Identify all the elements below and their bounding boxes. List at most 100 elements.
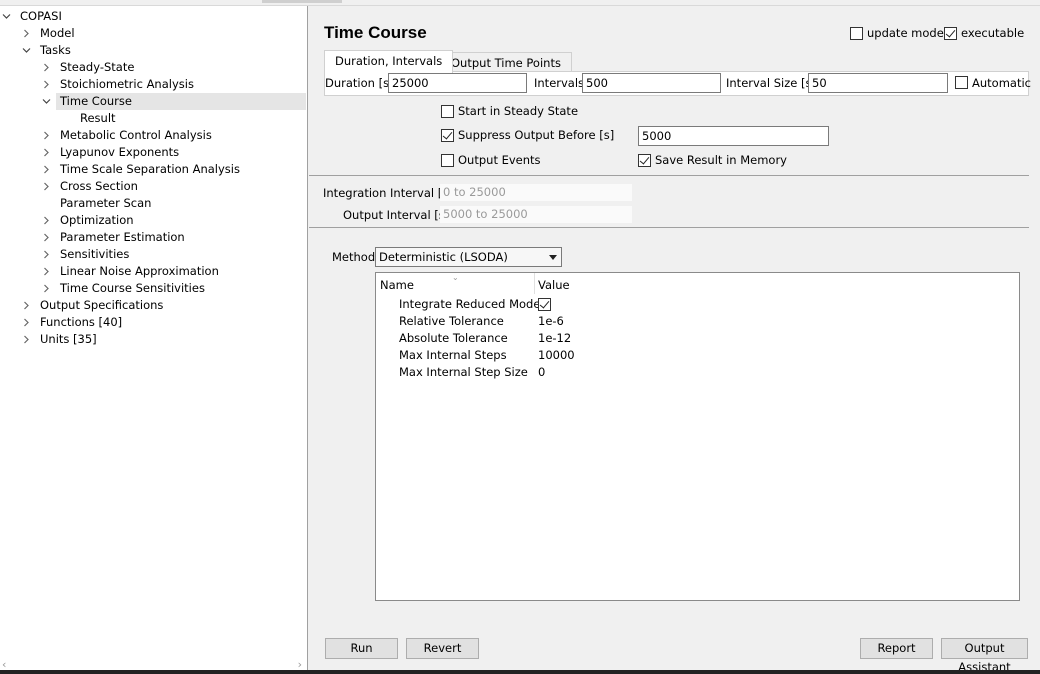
method-label: Method bbox=[332, 250, 376, 264]
output-interval-value: 5000 to 25000 bbox=[440, 206, 632, 223]
parameter-value[interactable]: 1e-6 bbox=[538, 313, 564, 330]
sidebar-item-parameter-scan[interactable]: Parameter Scan bbox=[0, 195, 306, 212]
revert-button[interactable]: Revert bbox=[406, 638, 479, 659]
method-parameters-table[interactable]: ⌄ Name Value Integrate Reduced Model Rela… bbox=[375, 272, 1020, 601]
suppress-output-checkbox[interactable] bbox=[441, 129, 454, 142]
chevron-down-icon[interactable] bbox=[0, 8, 12, 25]
table-row[interactable]: Absolute Tolerance 1e-12 bbox=[376, 330, 1019, 347]
chevron-right-icon[interactable] bbox=[20, 331, 32, 348]
chevron-right-icon[interactable] bbox=[40, 59, 52, 76]
chevron-right-icon[interactable] bbox=[40, 229, 52, 246]
report-button[interactable]: Report bbox=[860, 638, 933, 659]
table-row[interactable]: Max Internal Step Size 0 bbox=[376, 364, 1019, 381]
sidebar-item-label: Time Scale Separation Analysis bbox=[60, 162, 240, 176]
sidebar-item-label: Output Specifications bbox=[40, 298, 164, 312]
sidebar-item-output-specifications[interactable]: Output Specifications bbox=[0, 297, 306, 314]
sort-indicator-icon: ⌄ bbox=[452, 273, 459, 282]
method-select[interactable]: Deterministic (LSODA) bbox=[375, 247, 562, 267]
chevron-right-icon[interactable] bbox=[40, 246, 52, 263]
parameter-name: Relative Tolerance bbox=[399, 314, 504, 328]
suppress-output-label: Suppress Output Before [s] bbox=[458, 128, 615, 142]
column-separator bbox=[534, 273, 535, 294]
window-tab-stub[interactable] bbox=[262, 0, 342, 3]
output-events-checkbox[interactable] bbox=[441, 154, 454, 167]
chevron-right-icon[interactable] bbox=[40, 127, 52, 144]
sidebar-item-sensitivities[interactable]: Sensitivities bbox=[0, 246, 306, 263]
sidebar-item-label: Steady-State bbox=[60, 60, 135, 74]
chevron-right-icon[interactable] bbox=[40, 161, 52, 178]
parameter-value[interactable]: 0 bbox=[538, 364, 545, 381]
main-panel: Time Course update model executable Dura… bbox=[309, 6, 1040, 674]
table-row[interactable]: Max Internal Steps 10000 bbox=[376, 347, 1019, 364]
sidebar-item-cross-section[interactable]: Cross Section bbox=[0, 178, 306, 195]
integration-interval-value: 0 to 25000 bbox=[440, 184, 632, 201]
sidebar-item-time-course[interactable]: Time Course bbox=[0, 93, 306, 110]
page-title: Time Course bbox=[324, 23, 427, 42]
chevron-right-icon[interactable] bbox=[40, 178, 52, 195]
divider bbox=[309, 175, 1029, 176]
sidebar-item-lyapunov-exponents[interactable]: Lyapunov Exponents bbox=[0, 144, 306, 161]
chevron-right-icon[interactable] bbox=[40, 76, 52, 93]
sidebar-item-label: Stoichiometric Analysis bbox=[60, 77, 194, 91]
chevron-down-icon[interactable] bbox=[40, 93, 52, 110]
sidebar-item-metabolic-control-analysis[interactable]: Metabolic Control Analysis bbox=[0, 127, 306, 144]
chevron-right-icon[interactable] bbox=[20, 314, 32, 331]
update-model-checkbox[interactable] bbox=[850, 27, 863, 40]
horizontal-scrollbar[interactable]: ‹ › bbox=[0, 658, 306, 671]
chevron-right-icon[interactable] bbox=[40, 280, 52, 297]
chevron-right-icon[interactable] bbox=[40, 263, 52, 280]
sidebar-item-parameter-estimation[interactable]: Parameter Estimation bbox=[0, 229, 306, 246]
table-row[interactable]: Relative Tolerance 1e-6 bbox=[376, 313, 1019, 330]
sidebar-item-label: Parameter Estimation bbox=[60, 230, 185, 244]
interval-size-label: Interval Size [s] bbox=[726, 76, 816, 90]
save-result-checkbox[interactable] bbox=[638, 154, 651, 167]
integrate-reduced-model-checkbox[interactable] bbox=[538, 298, 551, 311]
sidebar-item-result[interactable]: Result bbox=[0, 110, 306, 127]
sidebar-item-model[interactable]: Model bbox=[0, 25, 306, 42]
tree-root-copasi[interactable]: COPASI bbox=[0, 8, 306, 25]
interval-size-input[interactable]: 50 bbox=[808, 73, 948, 93]
sidebar-item-functions-40[interactable]: Functions [40] bbox=[0, 314, 306, 331]
suppress-output-input[interactable]: 5000 bbox=[638, 126, 829, 146]
intervals-input[interactable]: 500 bbox=[582, 73, 721, 93]
sidebar-item-label: Tasks bbox=[40, 43, 71, 57]
chevron-right-icon[interactable] bbox=[40, 144, 52, 161]
sidebar-item-stoichiometric-analysis[interactable]: Stoichiometric Analysis bbox=[0, 76, 306, 93]
duration-input[interactable]: 25000 bbox=[388, 73, 527, 93]
sidebar-item-time-scale-separation-analysis[interactable]: Time Scale Separation Analysis bbox=[0, 161, 306, 178]
duration-label: Duration [s] bbox=[325, 76, 394, 90]
update-model-label: update model bbox=[867, 26, 947, 40]
automatic-checkbox[interactable] bbox=[955, 76, 968, 89]
sidebar-item-label: Cross Section bbox=[60, 179, 138, 193]
chevron-down-icon[interactable] bbox=[20, 42, 32, 59]
parameter-value[interactable]: 10000 bbox=[538, 347, 575, 364]
sidebar-item-units-35[interactable]: Units [35] bbox=[0, 331, 306, 348]
tab-duration-intervals[interactable]: Duration, Intervals bbox=[324, 50, 454, 73]
start-steady-state-checkbox[interactable] bbox=[441, 105, 454, 118]
integration-interval-label: Integration Interval [s] bbox=[323, 186, 453, 200]
chevron-down-icon bbox=[549, 255, 557, 260]
executable-checkbox[interactable] bbox=[944, 27, 957, 40]
save-result-label: Save Result in Memory bbox=[655, 153, 787, 167]
chevron-right-icon[interactable] bbox=[20, 297, 32, 314]
sidebar-item-tasks[interactable]: Tasks bbox=[0, 42, 306, 59]
output-interval-label: Output Interval [s] bbox=[343, 208, 450, 222]
sidebar-item-label: Sensitivities bbox=[60, 247, 130, 261]
column-header-name[interactable]: Name bbox=[380, 278, 414, 292]
chevron-right-icon[interactable] bbox=[40, 212, 52, 229]
chevron-right-icon[interactable] bbox=[20, 25, 32, 42]
sidebar-item-steady-state[interactable]: Steady-State bbox=[0, 59, 306, 76]
sidebar-item-linear-noise-approximation[interactable]: Linear Noise Approximation bbox=[0, 263, 306, 280]
automatic-label: Automatic bbox=[972, 76, 1031, 90]
sidebar-item-label: Units [35] bbox=[40, 332, 97, 346]
parameter-value[interactable]: 1e-12 bbox=[538, 330, 571, 347]
sidebar-item-label: Linear Noise Approximation bbox=[60, 264, 219, 278]
sidebar-item-optimization[interactable]: Optimization bbox=[0, 212, 306, 229]
run-button[interactable]: Run bbox=[325, 638, 398, 659]
sidebar-tree[interactable]: COPASI Model Tasks Steady-State Stoichiomet… bbox=[0, 6, 308, 671]
output-assistant-button[interactable]: Output Assistant bbox=[941, 638, 1028, 674]
sidebar-item-label: Model bbox=[40, 26, 75, 40]
sidebar-item-time-course-sensitivities[interactable]: Time Course Sensitivities bbox=[0, 280, 306, 297]
table-row[interactable]: Integrate Reduced Model bbox=[376, 296, 1019, 313]
column-header-value[interactable]: Value bbox=[538, 278, 570, 292]
